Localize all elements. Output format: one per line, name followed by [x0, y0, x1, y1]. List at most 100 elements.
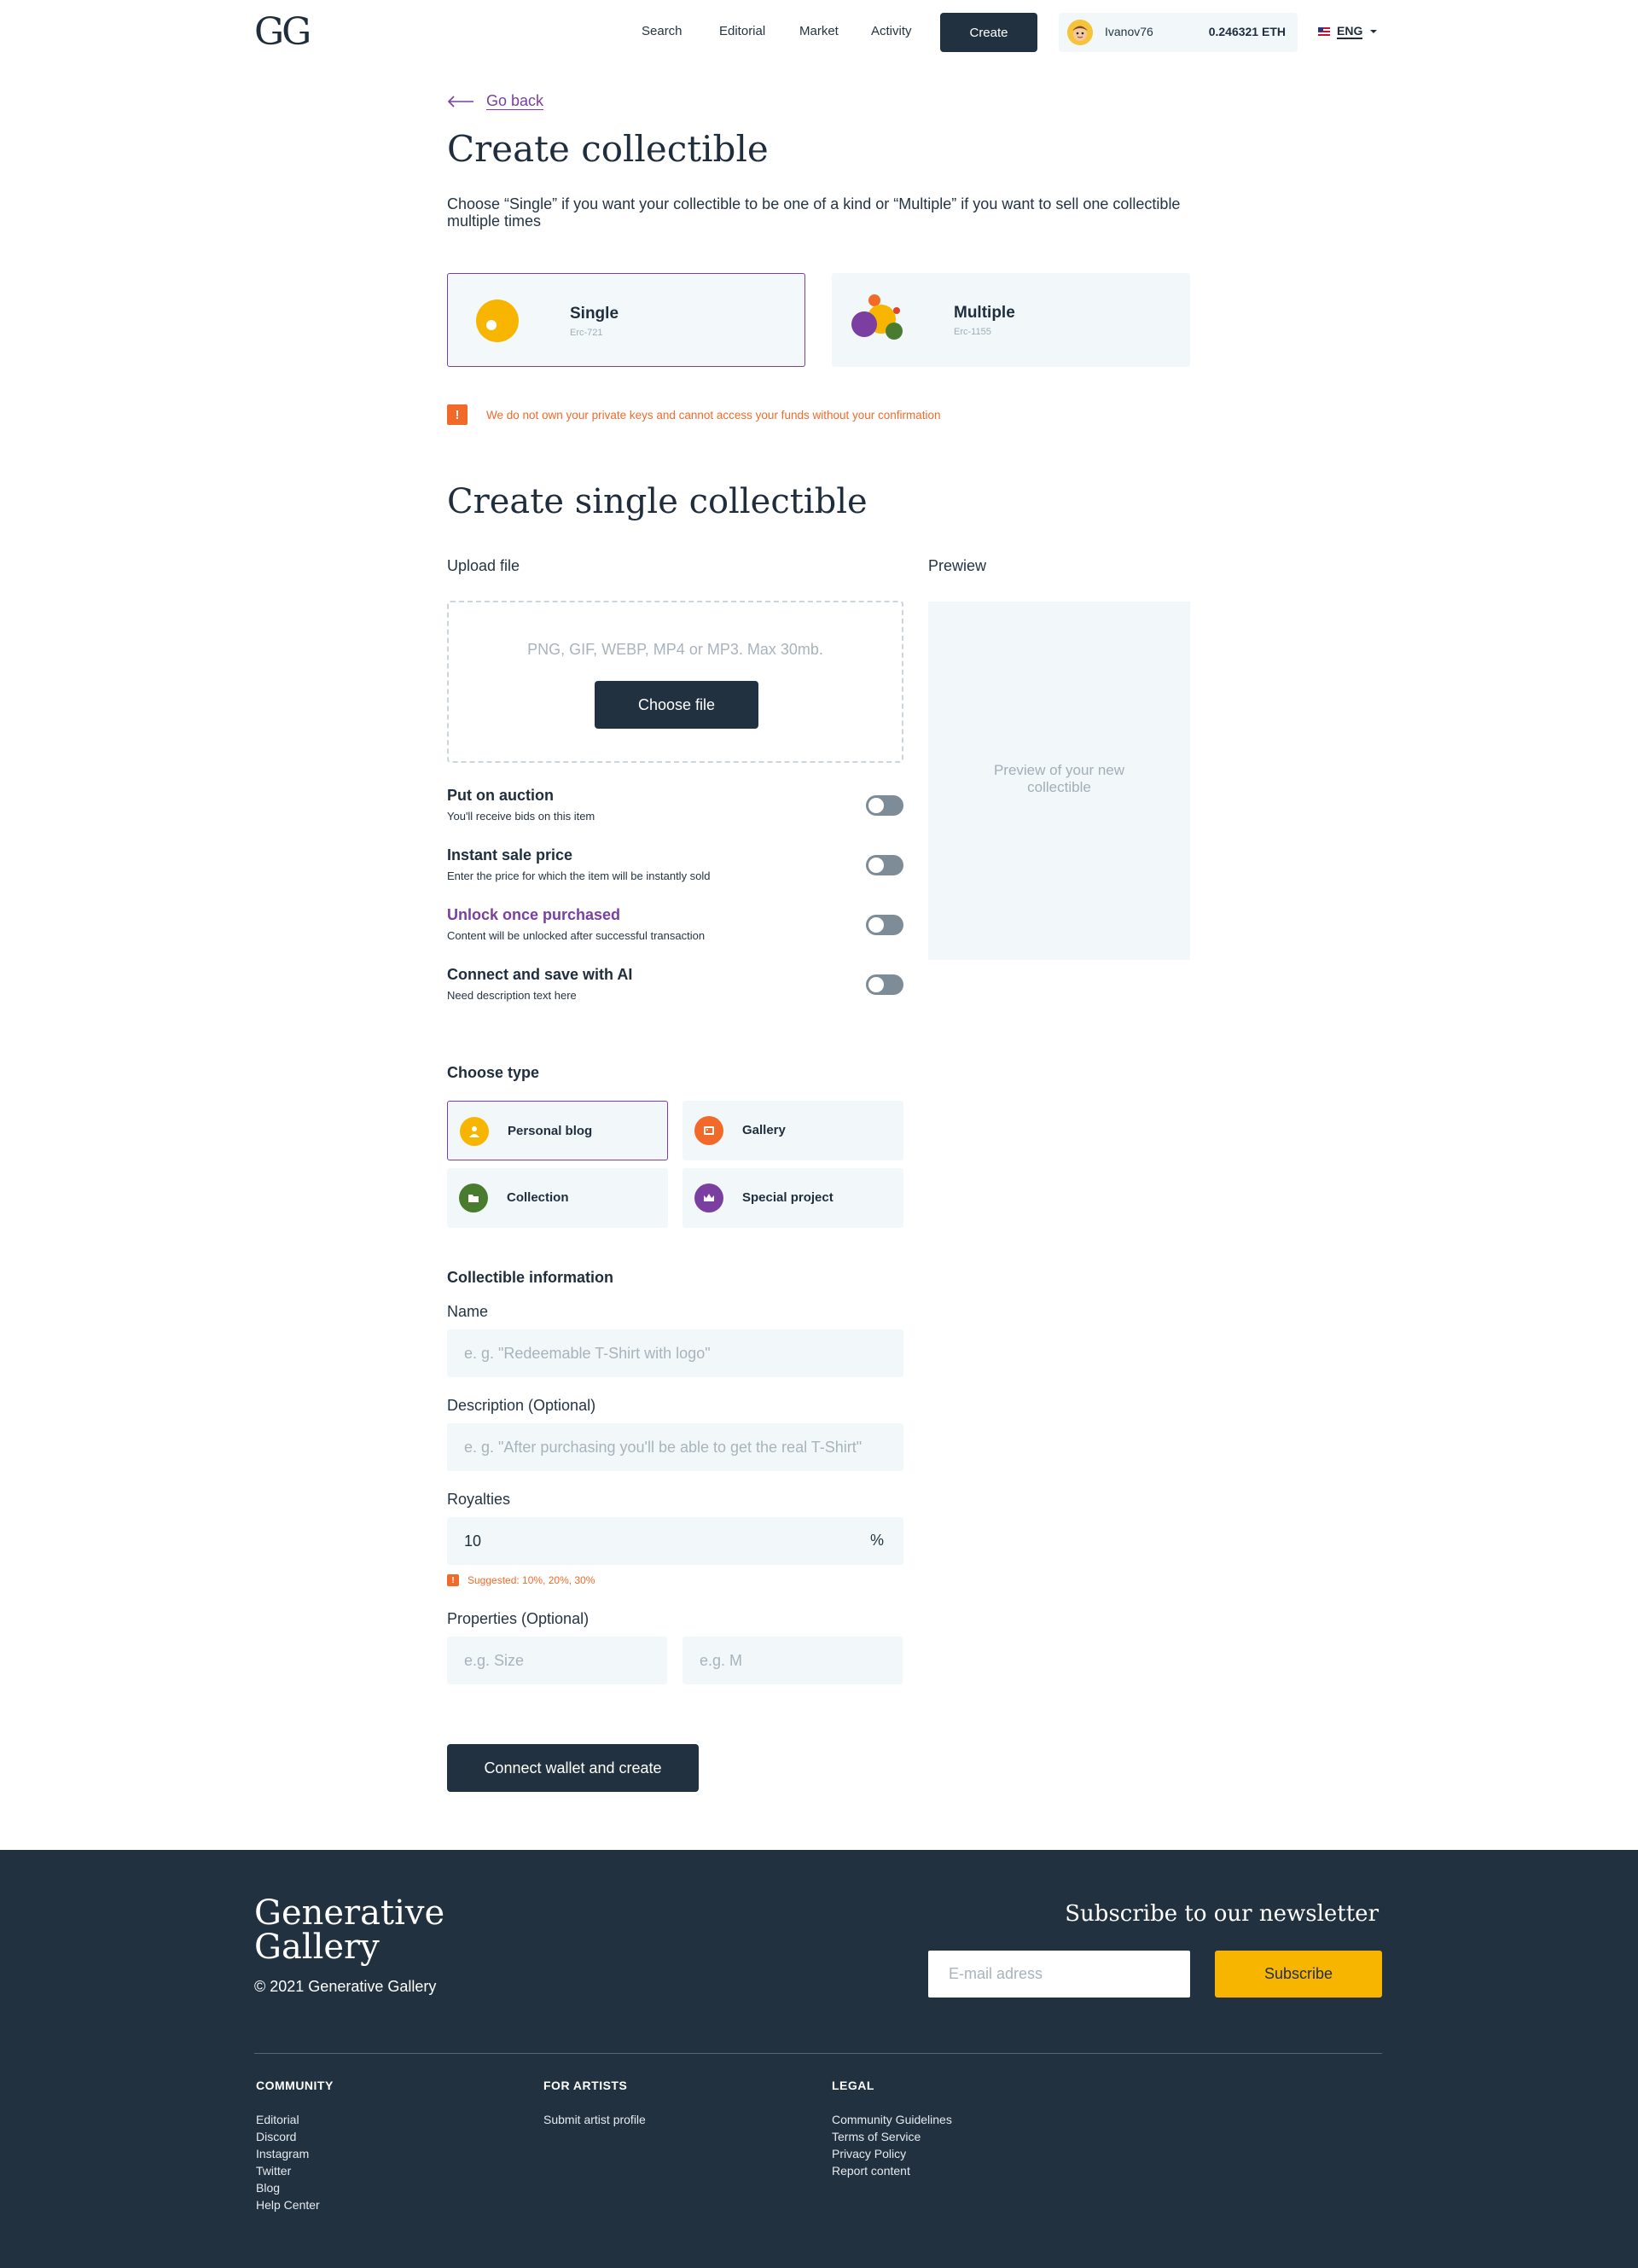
- property-key-input[interactable]: [447, 1637, 667, 1684]
- wallet-widget[interactable]: Ivanov76 0.246321 ETH: [1059, 13, 1298, 52]
- type-label: Gallery: [742, 1123, 786, 1137]
- royalties-input[interactable]: [447, 1517, 903, 1565]
- collectible-info-title: Collectible information: [447, 1269, 614, 1286]
- name-label: Name: [447, 1303, 489, 1320]
- nav-activity[interactable]: Activity: [871, 24, 912, 38]
- property-value-input[interactable]: [682, 1637, 903, 1684]
- keys-warning-text: We do not own your private keys and cann…: [486, 408, 941, 422]
- username: Ivanov76: [1105, 25, 1153, 38]
- single-option-card[interactable]: Single Erc-721: [447, 273, 805, 367]
- multiple-option-card[interactable]: Multiple Erc-1155: [832, 273, 1190, 367]
- newsletter-title: Subscribe to our newsletter: [1065, 1901, 1379, 1927]
- intro-text: Choose “Single” if you want your collect…: [447, 195, 1181, 230]
- toggle-desc: Need description text here: [447, 989, 577, 1002]
- footer-logo-line2: Gallery: [254, 1928, 380, 1967]
- footer-logo[interactable]: Generative Gallery: [254, 1896, 444, 1964]
- footer-link-blog[interactable]: Blog: [256, 2179, 334, 2196]
- footer-col-title: LEGAL: [832, 2079, 874, 2092]
- choose-file-button[interactable]: Choose file: [595, 681, 758, 729]
- language-selector[interactable]: ENG: [1318, 24, 1378, 39]
- properties-label: Properties (Optional): [447, 1610, 590, 1627]
- copyright: © 2021 Generative Gallery: [254, 1978, 437, 1995]
- warning-icon: !: [447, 404, 468, 425]
- ai-toggle[interactable]: [866, 974, 903, 995]
- preview-placeholder: Preview of your new collectible: [993, 762, 1125, 795]
- go-back-link[interactable]: Go back: [447, 92, 543, 110]
- create-button[interactable]: Create: [940, 13, 1037, 52]
- footer-col-community: COMMUNITY Editorial Discord Instagram Tw…: [256, 2079, 334, 2213]
- footer-link-report[interactable]: Report content: [832, 2162, 952, 2179]
- toggle-row-unlock: Unlock once purchased Content will be un…: [447, 906, 903, 942]
- footer-link-editorial[interactable]: Editorial: [256, 2111, 334, 2128]
- toggle-row-auction: Put on auction You'll receive bids on th…: [447, 787, 903, 823]
- toggle-desc: Enter the price for which the item will …: [447, 869, 711, 882]
- footer-link-discord[interactable]: Discord: [256, 2128, 334, 2145]
- chevron-down-icon: [1370, 30, 1378, 33]
- go-back-label: Go back: [486, 92, 544, 109]
- type-label: Personal blog: [508, 1124, 593, 1138]
- toggle-title: Put on auction: [447, 787, 554, 804]
- gallery-icon: [694, 1116, 723, 1145]
- newsletter-email-input[interactable]: [928, 1951, 1190, 1998]
- royalties-unit: %: [870, 1532, 885, 1549]
- toggle-title: Instant sale price: [447, 846, 573, 864]
- folder-icon: [459, 1183, 488, 1213]
- name-input[interactable]: [447, 1329, 903, 1377]
- keys-warning: ! We do not own your private keys and ca…: [447, 404, 941, 425]
- subscribe-button[interactable]: Subscribe: [1215, 1951, 1382, 1998]
- upload-hint: PNG, GIF, WEBP, MP4 or MP3. Max 30mb.: [527, 641, 823, 658]
- footer-col-title: FOR ARTISTS: [543, 2079, 628, 2092]
- footer-link-twitter[interactable]: Twitter: [256, 2162, 334, 2179]
- type-special-project[interactable]: Special project: [682, 1168, 903, 1228]
- toggle-row-ai: Connect and save with AI Need descriptio…: [447, 966, 903, 1002]
- auction-toggle[interactable]: [866, 795, 903, 816]
- footer-link-instagram[interactable]: Instagram: [256, 2145, 334, 2162]
- type-label: Collection: [507, 1190, 569, 1205]
- description-input[interactable]: [447, 1423, 903, 1471]
- royalties-suggestion: ! Suggested: 10%, 20%, 30%: [447, 1574, 595, 1586]
- preview-panel: Preview of your new collectible: [928, 602, 1190, 960]
- preview-label: Prewiew: [928, 557, 987, 574]
- royalties-label: Royalties: [447, 1491, 511, 1508]
- choose-type-title: Choose type: [447, 1064, 540, 1081]
- footer-link-privacy[interactable]: Privacy Policy: [832, 2145, 952, 2162]
- uk-flag-icon: [1318, 27, 1330, 36]
- upload-dropzone[interactable]: PNG, GIF, WEBP, MP4 or MP3. Max 30mb. Ch…: [447, 601, 903, 763]
- instant-sale-toggle[interactable]: [866, 855, 903, 875]
- page-title: Create collectible: [447, 128, 769, 170]
- toggle-desc: Content will be unlocked after successfu…: [447, 929, 706, 942]
- upload-label: Upload file: [447, 557, 520, 574]
- footer-link-guidelines[interactable]: Community Guidelines: [832, 2111, 952, 2128]
- type-collection[interactable]: Collection: [447, 1168, 668, 1228]
- connect-wallet-create-button[interactable]: Connect wallet and create: [447, 1744, 699, 1792]
- single-option-subtitle: Erc-721: [570, 328, 603, 338]
- royalties-suggestion-text: Suggested: 10%, 20%, 30%: [468, 1574, 595, 1586]
- unlock-toggle[interactable]: [866, 915, 903, 935]
- footer-col-title: COMMUNITY: [256, 2079, 334, 2092]
- multiple-option-title: Multiple: [954, 304, 1015, 322]
- footer-col-artists: FOR ARTISTS Submit artist profile: [543, 2079, 646, 2128]
- footer-link-submit-artist[interactable]: Submit artist profile: [543, 2111, 646, 2128]
- footer: Generative Gallery © 2021 Generative Gal…: [0, 1850, 1638, 2268]
- avatar: [1067, 20, 1093, 45]
- footer-col-legal: LEGAL Community Guidelines Terms of Serv…: [832, 2079, 952, 2179]
- wallet-balance: 0.246321 ETH: [1208, 25, 1286, 38]
- toggle-desc: You'll receive bids on this item: [447, 810, 595, 823]
- crown-icon: [694, 1183, 723, 1213]
- type-gallery[interactable]: Gallery: [682, 1101, 903, 1160]
- nav-editorial[interactable]: Editorial: [719, 24, 765, 38]
- footer-link-help-center[interactable]: Help Center: [256, 2196, 334, 2213]
- description-label: Description (Optional): [447, 1397, 596, 1414]
- logo[interactable]: GG: [254, 10, 311, 54]
- section-title: Create single collectible: [447, 482, 868, 521]
- footer-link-terms[interactable]: Terms of Service: [832, 2128, 952, 2145]
- nav-search[interactable]: Search: [642, 24, 682, 38]
- type-personal-blog[interactable]: Personal blog: [447, 1101, 668, 1160]
- single-icon: [476, 299, 519, 342]
- toggle-title: Connect and save with AI: [447, 966, 633, 983]
- toggle-row-instant-sale: Instant sale price Enter the price for w…: [447, 846, 903, 882]
- type-label: Special project: [742, 1190, 834, 1205]
- warning-icon: !: [447, 1574, 459, 1586]
- nav-market[interactable]: Market: [799, 24, 839, 38]
- multiple-option-subtitle: Erc-1155: [954, 327, 991, 337]
